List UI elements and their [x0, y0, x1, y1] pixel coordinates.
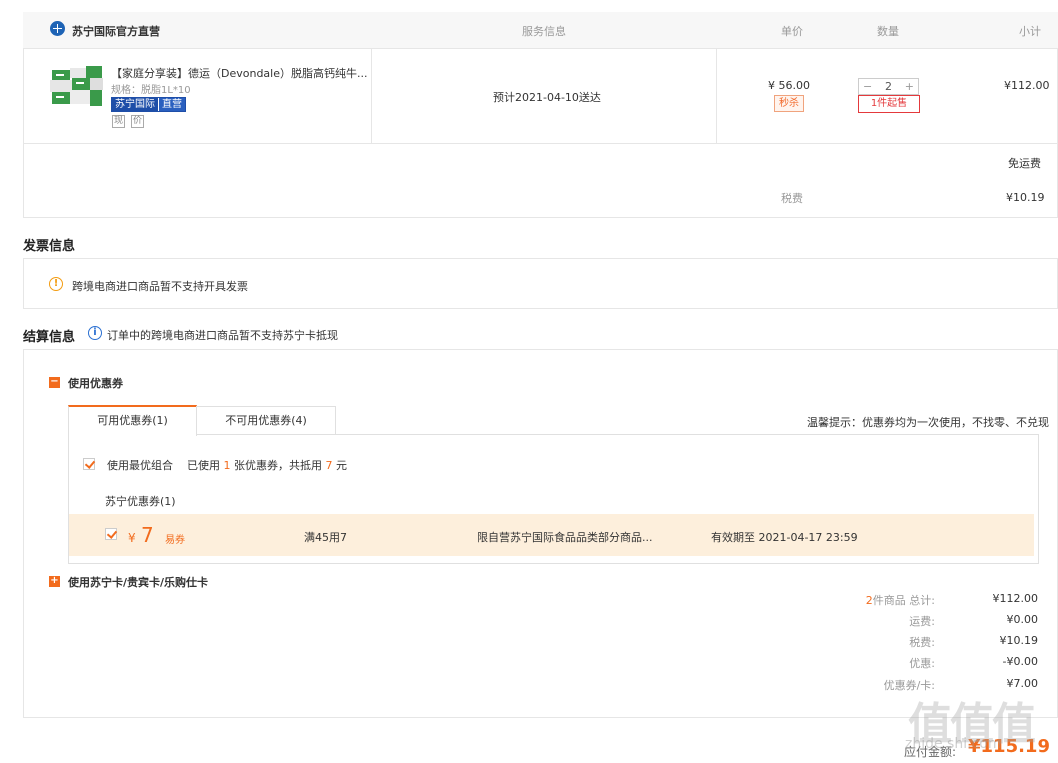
col-service-header: 服务信息 — [522, 25, 566, 38]
price-icon: 价 — [131, 115, 144, 128]
quantity-stepper: − 2 + — [858, 78, 919, 95]
item-count-label: 件商品 总计: — [872, 594, 935, 607]
coupon-scope: 限自营苏宁国际食品品类部分商品... — [477, 531, 653, 544]
discount-label: 优惠: — [909, 657, 935, 670]
product-image[interactable] — [50, 64, 103, 110]
used-amount: 7 — [325, 459, 333, 472]
tag-direct: 直营 — [158, 98, 185, 111]
used-suffix: 元 — [336, 459, 347, 472]
globe-icon — [50, 21, 65, 36]
min-order-badge: 1件起售 — [858, 95, 920, 113]
watermark-url: zhide.shi.com — [905, 736, 1002, 752]
coupon-type: 易券 — [165, 535, 185, 546]
item-subtotal: ¥112.00 — [1004, 79, 1050, 92]
best-combo-label: 使用最优组合 — [107, 459, 173, 472]
col-subtotal-header: 小计 — [1019, 25, 1041, 38]
shipping-label: 运费: — [909, 615, 935, 628]
divider — [371, 49, 372, 144]
divider — [23, 143, 1058, 144]
col-qty-header: 数量 — [877, 25, 899, 38]
use-card-toggle[interactable]: 使用苏宁卡/贵宾卡/乐购仕卡 — [68, 574, 208, 590]
coupon-amount: 7 — [141, 523, 154, 547]
use-coupon-toggle[interactable]: 使用优惠券 — [68, 375, 123, 391]
tax-value: ¥10.19 — [1006, 191, 1045, 204]
used-prefix: 已使用 — [187, 459, 220, 472]
best-combo-checkbox[interactable] — [83, 458, 95, 470]
expand-plus-icon[interactable]: + — [49, 576, 60, 587]
delivery-estimate: 预计2021-04-10送达 — [493, 91, 601, 104]
coupon-group-title: 苏宁优惠券(1) — [105, 495, 176, 508]
tab-available-coupons[interactable]: 可用优惠券(1) — [68, 405, 197, 436]
product-spec: 规格：脱脂1L*10 — [111, 85, 191, 96]
cash-icon: 现 — [112, 115, 125, 128]
coupon-tip: 温馨提示：优惠券均为一次使用，不找零、不兑现 — [807, 416, 1049, 429]
tab-unavailable-coupons[interactable]: 不可用优惠券(4) — [196, 406, 336, 435]
unit-price: ¥ 56.00 — [768, 79, 810, 92]
invoice-title: 发票信息 — [23, 239, 76, 254]
coupon-currency: ¥ — [128, 531, 136, 545]
summary-tax-value: ¥10.19 — [999, 634, 1039, 647]
divider — [716, 49, 717, 144]
info-icon: i — [88, 326, 102, 340]
tax-label: 税费 — [781, 192, 803, 205]
summary-total: ¥112.00 — [992, 592, 1039, 605]
invoice-notice: 跨境电商进口商品暂不支持开具发票 — [72, 280, 248, 293]
tag-suning-intl: 苏宁国际 — [112, 98, 158, 111]
collapse-minus-icon[interactable]: − — [49, 377, 60, 388]
best-combo-row: 使用最优组合 已使用 1 张优惠券，共抵用 7 元 — [107, 457, 347, 473]
summary-tax-label: 税费: — [909, 636, 935, 649]
product-title[interactable]: 【家庭分享装】德运（Devondale）脱脂高钙纯牛... — [111, 65, 368, 81]
qty-minus-button[interactable]: − — [863, 80, 872, 93]
summary-count-row: 2件商品 总计: — [815, 592, 935, 608]
store-name[interactable]: 苏宁国际官方直营 — [72, 23, 160, 39]
warning-icon: ! — [49, 277, 63, 291]
item-count: 2 — [865, 594, 873, 607]
qty-plus-button[interactable]: + — [905, 80, 914, 93]
coupon-expiry: 有效期至 2021-04-17 23:59 — [711, 531, 858, 544]
flash-sale-badge: 秒杀 — [774, 95, 804, 112]
coupon-checkbox[interactable] — [105, 528, 117, 540]
col-price-header: 单价 — [781, 25, 803, 38]
settlement-title: 结算信息 — [23, 330, 76, 345]
used-mid: 张优惠券，共抵用 — [234, 459, 322, 472]
used-count: 1 — [223, 459, 231, 472]
qty-value[interactable]: 2 — [885, 80, 892, 93]
store-tag: 苏宁国际 直营 — [111, 97, 186, 112]
settlement-notice: 订单中的跨境电商进口商品暂不支持苏宁卡抵现 — [107, 329, 338, 342]
discount-value: -¥0.00 — [1002, 655, 1038, 668]
free-shipping: 免运费 — [1008, 157, 1041, 170]
coupon-condition: 满45用7 — [304, 531, 347, 544]
shipping-value: ¥0.00 — [1006, 613, 1039, 626]
